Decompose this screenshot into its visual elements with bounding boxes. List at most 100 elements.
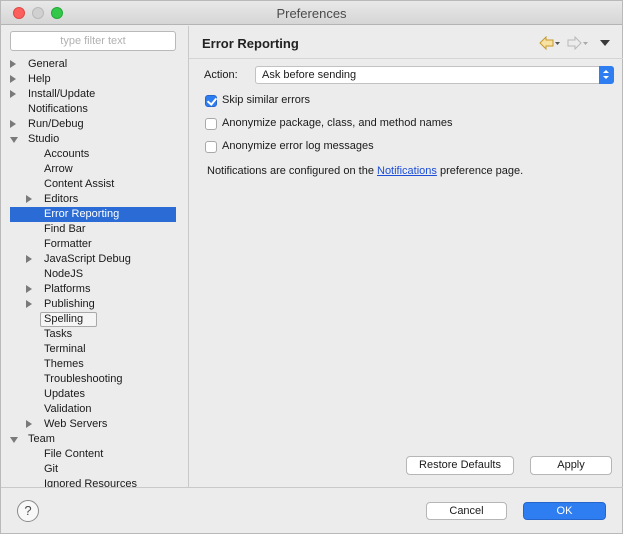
tree-item-find-bar[interactable]: Find Bar — [10, 222, 176, 237]
tree-item-label: Studio — [28, 133, 60, 145]
anonymize-names-label: Anonymize package, class, and method nam… — [222, 117, 453, 129]
notifications-hint-suffix: preference page. — [436, 165, 524, 177]
collapsed-arrow-icon[interactable] — [10, 90, 16, 98]
tree-item-general[interactable]: General — [10, 57, 176, 72]
tree-item-git[interactable]: Git — [10, 462, 176, 477]
tree-item-label: Validation — [44, 403, 92, 415]
apply-button[interactable]: Apply — [530, 456, 612, 475]
window-title: Preferences — [276, 6, 347, 21]
title-bar: Preferences — [1, 1, 622, 25]
collapsed-arrow-icon[interactable] — [26, 420, 32, 428]
tree-item-publishing[interactable]: Publishing — [10, 297, 176, 312]
expanded-arrow-icon[interactable] — [10, 137, 18, 143]
tree-item-label: Install/Update — [28, 88, 96, 100]
tree-item-label: Help — [28, 73, 51, 85]
tree-item-label: Terminal — [44, 343, 86, 355]
preferences-window: Preferences type filter text General Help… — [0, 0, 623, 534]
tree-item-label: JavaScript Debug — [44, 253, 131, 265]
collapsed-arrow-icon[interactable] — [10, 120, 16, 128]
pane-divider[interactable] — [188, 26, 189, 487]
tree-item-label: File Content — [44, 448, 104, 460]
tree-item-run-debug[interactable]: Run/Debug — [10, 117, 176, 132]
tree-item-label: Arrow — [44, 163, 73, 175]
tree-item-editors[interactable]: Editors — [10, 192, 176, 207]
collapsed-arrow-icon[interactable] — [26, 195, 32, 203]
skip-similar-errors-checkbox[interactable] — [205, 95, 217, 107]
ok-button[interactable]: OK — [523, 502, 606, 520]
tree-item-updates[interactable]: Updates — [10, 387, 176, 402]
tree-item-label: Accounts — [44, 148, 90, 160]
collapsed-arrow-icon[interactable] — [26, 300, 32, 308]
tree-item-label: Tasks — [44, 328, 73, 340]
tree-item-label: Troubleshooting — [44, 373, 123, 385]
notifications-link[interactable]: Notifications — [377, 165, 437, 177]
anonymize-names-checkbox[interactable] — [205, 118, 217, 130]
tree-item-label: Run/Debug — [28, 118, 84, 130]
action-select[interactable]: Ask before sending — [255, 66, 614, 84]
collapsed-arrow-icon[interactable] — [10, 60, 16, 68]
tree-item-accounts[interactable]: Accounts — [10, 147, 176, 162]
tree-item-label: Content Assist — [44, 178, 115, 190]
tree-item-label: Spelling — [44, 313, 84, 325]
tree-item-platforms[interactable]: Platforms — [10, 282, 176, 297]
tree-item-label: General — [28, 58, 68, 70]
tree-item-nodejs[interactable]: NodeJS — [10, 267, 176, 282]
notifications-hint: Notifications are configured on the Noti… — [207, 165, 523, 177]
tree-item-install-update[interactable]: Install/Update — [10, 87, 176, 102]
forward-arrow-icon[interactable] — [567, 36, 589, 50]
tree-item-notifications[interactable]: Notifications — [10, 102, 176, 117]
tree-item-terminal[interactable]: Terminal — [10, 342, 176, 357]
help-button[interactable]: ? — [17, 500, 39, 522]
anonymize-log-checkbox[interactable] — [205, 141, 217, 153]
back-arrow-icon[interactable] — [539, 36, 561, 50]
page-title: Error Reporting — [202, 36, 299, 51]
collapsed-arrow-icon[interactable] — [26, 255, 32, 263]
tree-item-file-content[interactable]: File Content — [10, 447, 176, 462]
footer-divider — [1, 487, 623, 488]
tree-item-troubleshooting[interactable]: Troubleshooting — [10, 372, 176, 387]
tree-item-label: Editors — [44, 193, 79, 205]
tree-item-help[interactable]: Help — [10, 72, 176, 87]
tree-item-label: Formatter — [44, 238, 92, 250]
preference-tree[interactable]: General Help Install/Update Notifications Ru… — [1, 57, 188, 487]
tree-item-error-reporting[interactable]: Error Reporting — [10, 207, 176, 222]
tree-item-web-servers[interactable]: Web Servers — [10, 417, 176, 432]
collapsed-arrow-icon[interactable] — [26, 285, 32, 293]
tree-item-label: Team — [28, 433, 55, 445]
tree-item-label: Updates — [44, 388, 85, 400]
notifications-hint-prefix: Notifications are configured on the — [207, 165, 377, 177]
tree-item-label: Platforms — [44, 283, 91, 295]
tree-item-label: Git — [44, 463, 59, 475]
tree-item-formatter[interactable]: Formatter — [10, 237, 176, 252]
tree-item-themes[interactable]: Themes — [10, 357, 176, 372]
tree-item-content-assist[interactable]: Content Assist — [10, 177, 176, 192]
cancel-button[interactable]: Cancel — [426, 502, 507, 520]
tree-item-ignored-resources[interactable]: Ignored Resources — [10, 477, 176, 487]
filter-input[interactable]: type filter text — [10, 31, 176, 51]
select-stepper-icon — [599, 66, 614, 84]
tree-item-label: Web Servers — [44, 418, 108, 430]
tree-item-label: Notifications — [28, 103, 88, 115]
tree-item-label: NodeJS — [44, 268, 84, 280]
action-select-value: Ask before sending — [262, 69, 357, 81]
tree-item-arrow[interactable]: Arrow — [10, 162, 176, 177]
expanded-arrow-icon[interactable] — [10, 437, 18, 443]
tree-item-label: Find Bar — [44, 223, 86, 235]
skip-similar-errors-label: Skip similar errors — [222, 94, 311, 106]
tree-item-validation[interactable]: Validation — [10, 402, 176, 417]
anonymize-log-label: Anonymize error log messages — [222, 140, 374, 152]
tree-item-spelling[interactable]: Spelling — [10, 312, 176, 327]
tree-item-tasks[interactable]: Tasks — [10, 327, 176, 342]
restore-defaults-button[interactable]: Restore Defaults — [406, 456, 514, 475]
tree-item-javascript-debug[interactable]: JavaScript Debug — [10, 252, 176, 267]
action-label: Action: — [204, 69, 238, 81]
tree-item-label: Ignored Resources — [44, 478, 137, 487]
view-menu-icon[interactable] — [600, 40, 610, 46]
tree-item-label: Error Reporting — [44, 208, 120, 220]
collapsed-arrow-icon[interactable] — [10, 75, 16, 83]
tree-item-studio[interactable]: Studio — [10, 132, 176, 147]
tree-item-label: Publishing — [44, 298, 95, 310]
tree-item-label: Themes — [44, 358, 84, 370]
page-header: Error Reporting — [189, 26, 623, 59]
tree-item-team[interactable]: Team — [10, 432, 176, 447]
